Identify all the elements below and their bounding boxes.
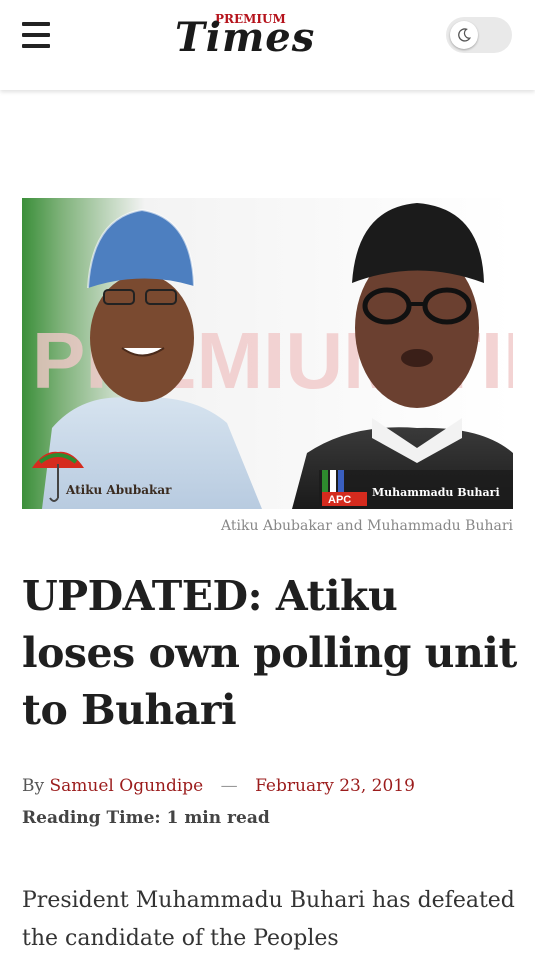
- reading-time: Reading Time: 1 min read: [22, 808, 270, 828]
- logo-times-text: Times: [175, 14, 316, 61]
- apc-text: APC: [328, 494, 351, 506]
- article-headline: UPDATED: Atiku loses own polling unit to…: [22, 572, 517, 734]
- image-caption: Atiku Abubakar and Muhammadu Buhari: [221, 518, 513, 534]
- article-byline: By Samuel Ogundipe — February 23, 2019: [22, 776, 415, 796]
- author-link[interactable]: Samuel Ogundipe: [50, 776, 204, 796]
- dark-mode-toggle[interactable]: [446, 17, 512, 53]
- byline-separator: —: [220, 776, 238, 796]
- byline-prefix: By: [22, 776, 45, 796]
- site-logo[interactable]: PREMIUM Times: [175, 12, 335, 62]
- article-body: President Muhammadu Buhari has defeated …: [22, 888, 515, 951]
- moon-icon: [450, 21, 478, 49]
- publish-date[interactable]: February 23, 2019: [255, 776, 415, 796]
- site-header: PREMIUM Times: [0, 0, 535, 90]
- hamburger-menu-icon[interactable]: [22, 22, 50, 48]
- hero-left-label: Atiku Abubakar: [65, 483, 172, 497]
- hero-right-label: Muhammadu Buhari: [372, 486, 500, 499]
- featured-image: PREMIUM TIMES Atiku Abubakar: [22, 198, 513, 509]
